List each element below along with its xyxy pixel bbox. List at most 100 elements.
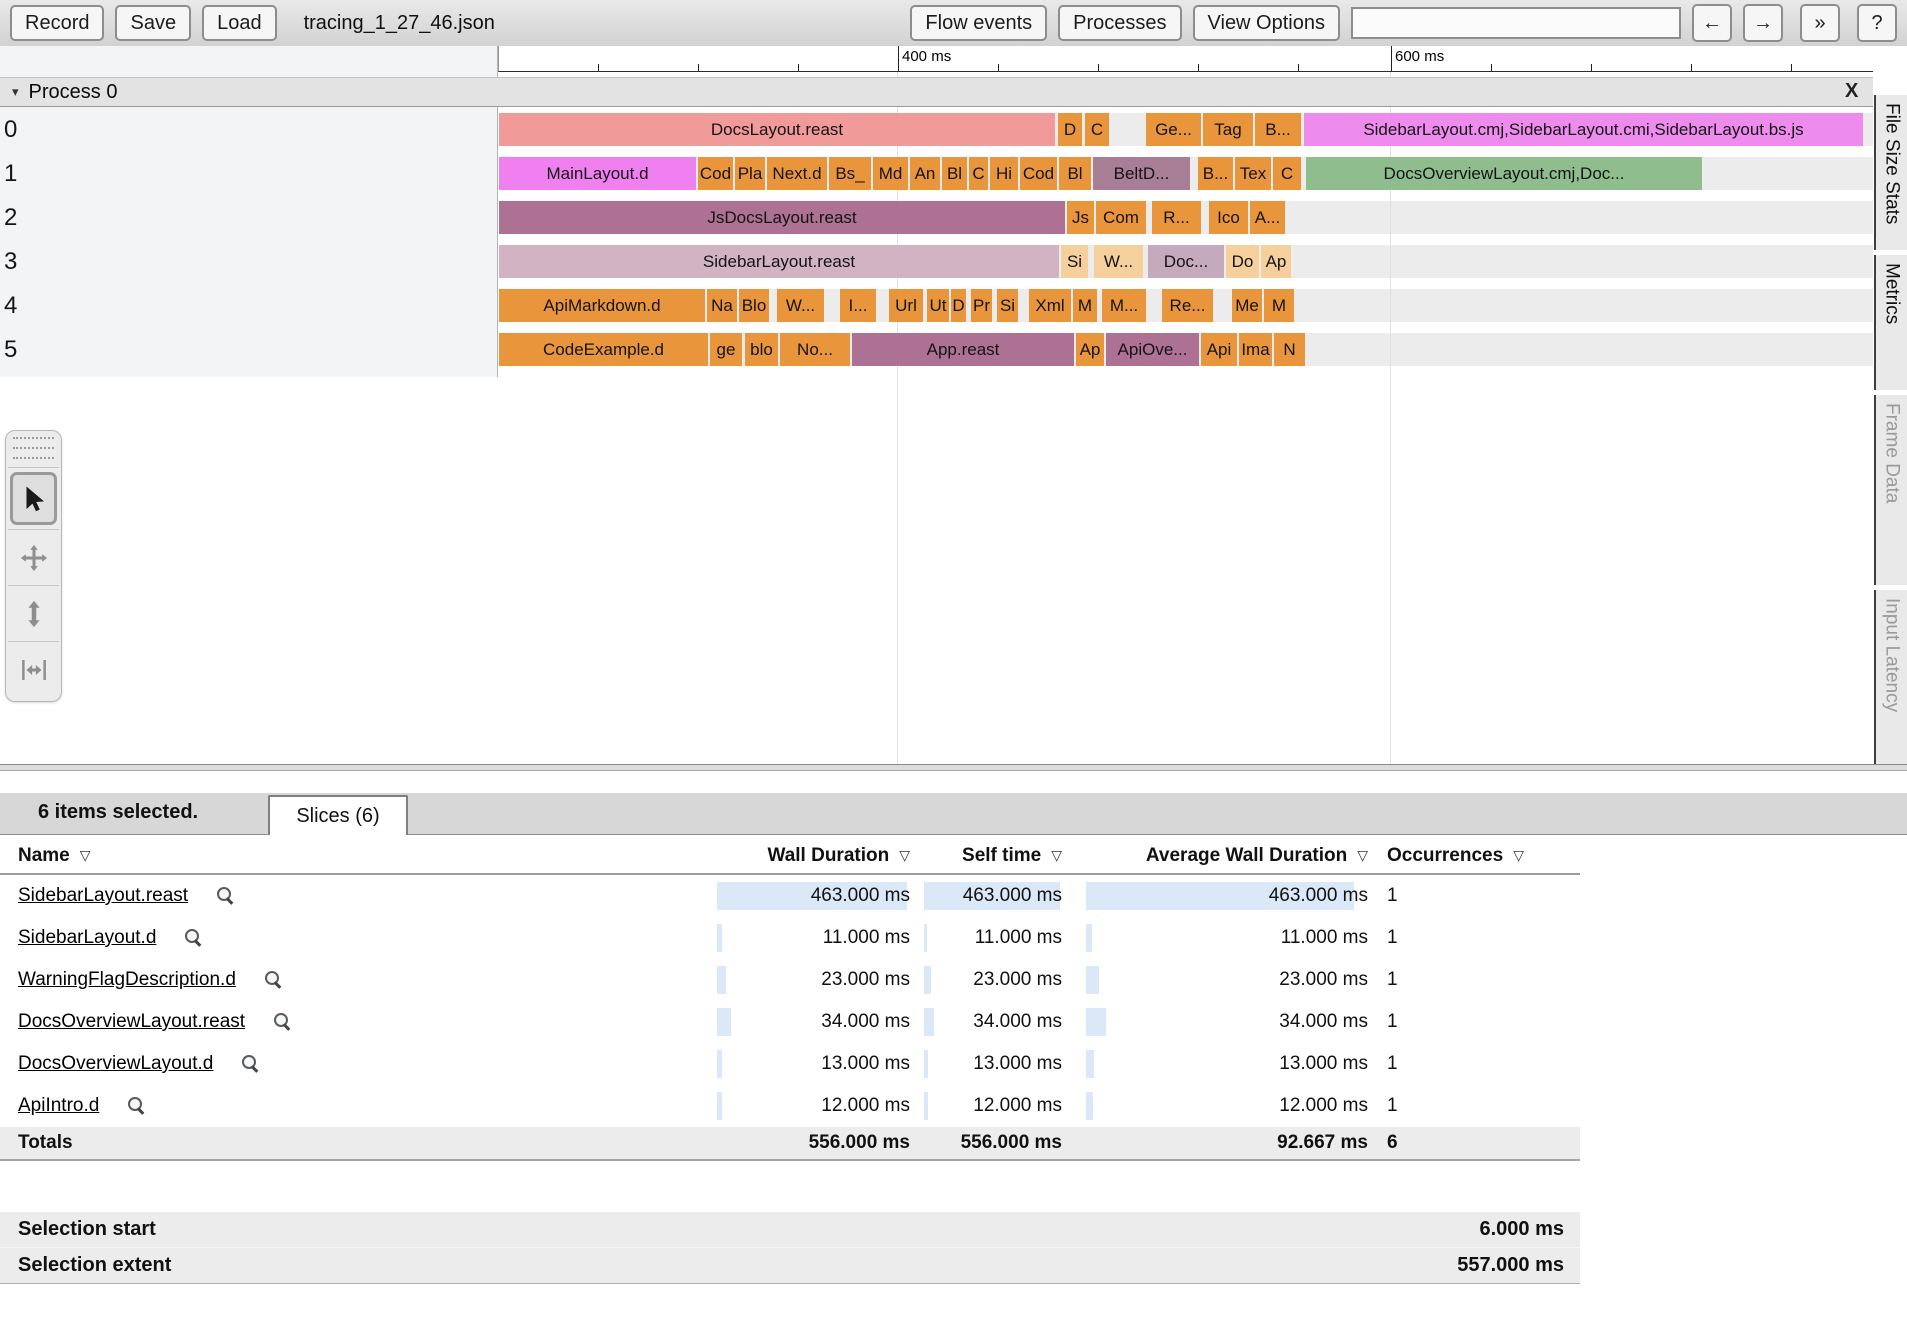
- slice-name-link[interactable]: SidebarLayout.d: [18, 927, 156, 949]
- trace-slice[interactable]: Bl: [1059, 157, 1091, 190]
- column-header-wall-duration[interactable]: Wall Duration ▽: [715, 839, 910, 873]
- trace-slice[interactable]: Com: [1096, 201, 1146, 234]
- close-process-icon[interactable]: X: [1845, 80, 1858, 103]
- trace-slice[interactable]: Pla: [735, 157, 765, 190]
- trace-slice[interactable]: Me: [1232, 289, 1262, 322]
- trace-slice[interactable]: B...: [1255, 113, 1301, 146]
- magnifier-icon[interactable]: [273, 1012, 293, 1032]
- trace-slice[interactable]: Ge...: [1146, 113, 1201, 146]
- trace-slice[interactable]: A...: [1250, 201, 1285, 234]
- table-row[interactable]: SidebarLayout.d 11.000 ms 11.000 ms 11.000 …: [0, 917, 1580, 959]
- processes-button[interactable]: Processes: [1058, 5, 1182, 41]
- sort-icon[interactable]: ▽: [899, 847, 910, 864]
- trace-slice[interactable]: Ap: [1076, 333, 1104, 366]
- trace-slice[interactable]: Next.d: [767, 157, 827, 190]
- trace-slice[interactable]: Tag: [1203, 113, 1253, 146]
- trace-slice[interactable]: Cod: [1020, 157, 1057, 190]
- trace-slice[interactable]: D: [951, 289, 966, 322]
- trace-slice[interactable]: M: [1264, 289, 1294, 322]
- tool-panel[interactable]: [5, 430, 62, 702]
- trace-slice[interactable]: SidebarLayout.cmj,SidebarLayout.cmi,Side…: [1304, 113, 1863, 146]
- magnifier-icon[interactable]: [127, 1096, 147, 1116]
- side-tab-input-latency[interactable]: Input Latency: [1874, 590, 1907, 764]
- view-options-button[interactable]: View Options: [1192, 5, 1340, 41]
- trace-slice[interactable]: JsDocsLayout.reast: [499, 201, 1065, 234]
- slice-name-link[interactable]: SidebarLayout.reast: [18, 885, 188, 907]
- timing-tool-button[interactable]: [6, 642, 61, 697]
- trace-slice[interactable]: ge: [710, 333, 742, 366]
- trace-slice[interactable]: Url: [889, 289, 923, 322]
- trace-slice[interactable]: Pr: [971, 289, 992, 322]
- trace-slice[interactable]: Cod: [698, 157, 733, 190]
- slice-name-link[interactable]: WarningFlagDescription.d: [18, 969, 236, 991]
- selection-tool-button[interactable]: [10, 472, 57, 525]
- slice-name-link[interactable]: DocsOverviewLayout.d: [18, 1053, 213, 1075]
- trace-slice[interactable]: Bl: [942, 157, 967, 190]
- trace-slice[interactable]: Xml: [1029, 289, 1071, 322]
- process-header[interactable]: ▾ Process 0 X: [0, 77, 1873, 107]
- trace-slice[interactable]: An: [910, 157, 940, 190]
- side-tab-file-size-stats[interactable]: File Size Stats: [1874, 95, 1907, 250]
- trace-slice[interactable]: Ut: [927, 289, 949, 322]
- tab-slices[interactable]: Slices (6): [268, 795, 408, 835]
- trace-slice[interactable]: M...: [1102, 289, 1146, 322]
- trace-slice[interactable]: Doc...: [1148, 245, 1224, 278]
- trace-slice[interactable]: Ico: [1209, 201, 1248, 234]
- expand-button[interactable]: »: [1800, 4, 1840, 42]
- magnifier-icon[interactable]: [216, 886, 236, 906]
- save-button[interactable]: Save: [115, 5, 192, 41]
- sort-icon[interactable]: ▽: [1357, 847, 1368, 864]
- trace-slice[interactable]: M: [1073, 289, 1097, 322]
- trace-slice[interactable]: R...: [1152, 201, 1201, 234]
- trace-slice[interactable]: App.reast: [852, 333, 1074, 366]
- trace-slice[interactable]: Blo: [739, 289, 769, 322]
- trace-slice[interactable]: ApiOve...: [1106, 333, 1199, 366]
- trace-slice[interactable]: No...: [780, 333, 850, 366]
- trace-slice[interactable]: MainLayout.d: [499, 157, 696, 190]
- trace-slice[interactable]: Ima: [1239, 333, 1272, 366]
- column-header-name[interactable]: Name ▽: [18, 839, 91, 873]
- trace-slice[interactable]: Md: [873, 157, 908, 190]
- trace-slice[interactable]: Api: [1201, 333, 1237, 366]
- load-button[interactable]: Load: [202, 5, 277, 41]
- column-header-average-wall-duration[interactable]: Average Wall Duration ▽: [1062, 839, 1368, 873]
- table-row[interactable]: ApiIntro.d 12.000 ms 12.000 ms 12.000 ms 1: [0, 1085, 1580, 1127]
- trace-slice[interactable]: C: [969, 157, 988, 190]
- trace-slice[interactable]: W...: [777, 289, 824, 322]
- record-button[interactable]: Record: [10, 5, 105, 41]
- column-header-self-time[interactable]: Self time ▽: [910, 839, 1062, 873]
- table-row[interactable]: DocsOverviewLayout.reast 34.000 ms 34.000 …: [0, 1001, 1580, 1043]
- find-previous-button[interactable]: ←: [1692, 4, 1732, 42]
- side-tab-metrics[interactable]: Metrics: [1874, 255, 1907, 390]
- trace-slice[interactable]: DocsLayout.reast: [499, 113, 1055, 146]
- trace-slice[interactable]: CodeExample.d: [499, 333, 708, 366]
- trace-slice[interactable]: N: [1274, 333, 1305, 366]
- trace-slice[interactable]: Hi: [990, 157, 1018, 190]
- zoom-tool-button[interactable]: [6, 586, 61, 641]
- slice-name-link[interactable]: DocsOverviewLayout.reast: [18, 1011, 245, 1033]
- sort-icon[interactable]: ▽: [1051, 847, 1062, 864]
- magnifier-icon[interactable]: [264, 970, 284, 990]
- flow-events-button[interactable]: Flow events: [910, 5, 1048, 41]
- trace-slice[interactable]: Si: [1061, 245, 1088, 278]
- find-next-button[interactable]: →: [1743, 4, 1783, 42]
- trace-slice[interactable]: blo: [745, 333, 778, 366]
- trace-slice[interactable]: Do: [1226, 245, 1259, 278]
- trace-slice[interactable]: SidebarLayout.reast: [499, 245, 1059, 278]
- trace-slice[interactable]: W...: [1094, 245, 1143, 278]
- trace-slice[interactable]: Js: [1067, 201, 1094, 234]
- trace-slice[interactable]: C: [1085, 113, 1109, 146]
- trace-slice[interactable]: Bs_: [829, 157, 871, 190]
- help-button[interactable]: ?: [1857, 4, 1897, 42]
- collapse-arrow-icon[interactable]: ▾: [12, 84, 19, 100]
- tool-panel-drag-grip[interactable]: [13, 437, 54, 443]
- search-input[interactable]: [1351, 7, 1681, 39]
- trace-slice[interactable]: DocsOverviewLayout.cmj,Doc...: [1306, 157, 1702, 190]
- trace-slice[interactable]: BeltD...: [1093, 157, 1190, 190]
- side-tab-frame-data[interactable]: Frame Data: [1874, 395, 1907, 585]
- pan-tool-button[interactable]: [6, 530, 61, 585]
- trace-slice[interactable]: D: [1058, 113, 1082, 146]
- timeline-ruler[interactable]: 400 ms 600 ms: [498, 46, 1873, 72]
- trace-slice[interactable]: I...: [840, 289, 876, 322]
- horizontal-splitter[interactable]: [0, 764, 1907, 771]
